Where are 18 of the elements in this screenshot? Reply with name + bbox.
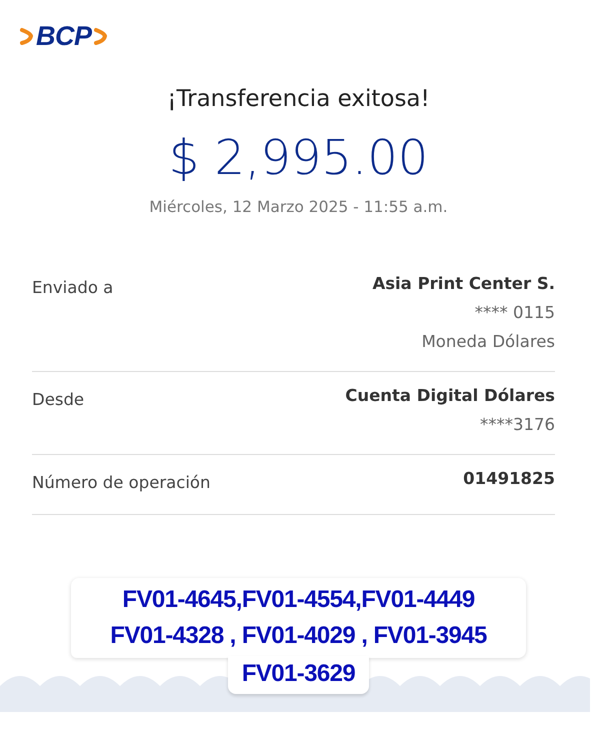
detail-label: Número de operación — [32, 472, 210, 492]
date: Miércoles, 12 Marzo 2025 - 11:55 a.m. — [148, 198, 449, 216]
detail-value: ****3176 — [480, 415, 555, 434]
title: ¡Transferencia exitosa! — [166, 86, 431, 112]
detail-value: Moneda Dólares — [422, 332, 555, 351]
detail-value: **** 0115 — [474, 303, 555, 322]
detail-value: 01491825 — [463, 469, 555, 488]
detail-label: Desde — [32, 389, 84, 411]
detail-label: Enviado a — [32, 277, 114, 299]
chevron-icon — [20, 27, 34, 45]
invoice-numbers: FV01-4645,FV01-4554,FV01-4449 — [122, 586, 475, 614]
invoice-numbers: FV01-4328 , FV01-4029 , FV01-3945 — [110, 622, 487, 650]
logo: BCP — [36, 20, 92, 52]
detail-value: Cuenta Digital Dólares — [345, 386, 555, 405]
amount: $ 2,995.00 — [168, 130, 430, 186]
chevron-icon — [94, 27, 108, 45]
detail-value: Asia Print Center S. — [372, 274, 555, 293]
invoice-numbers: FV01-3629 — [242, 660, 356, 688]
